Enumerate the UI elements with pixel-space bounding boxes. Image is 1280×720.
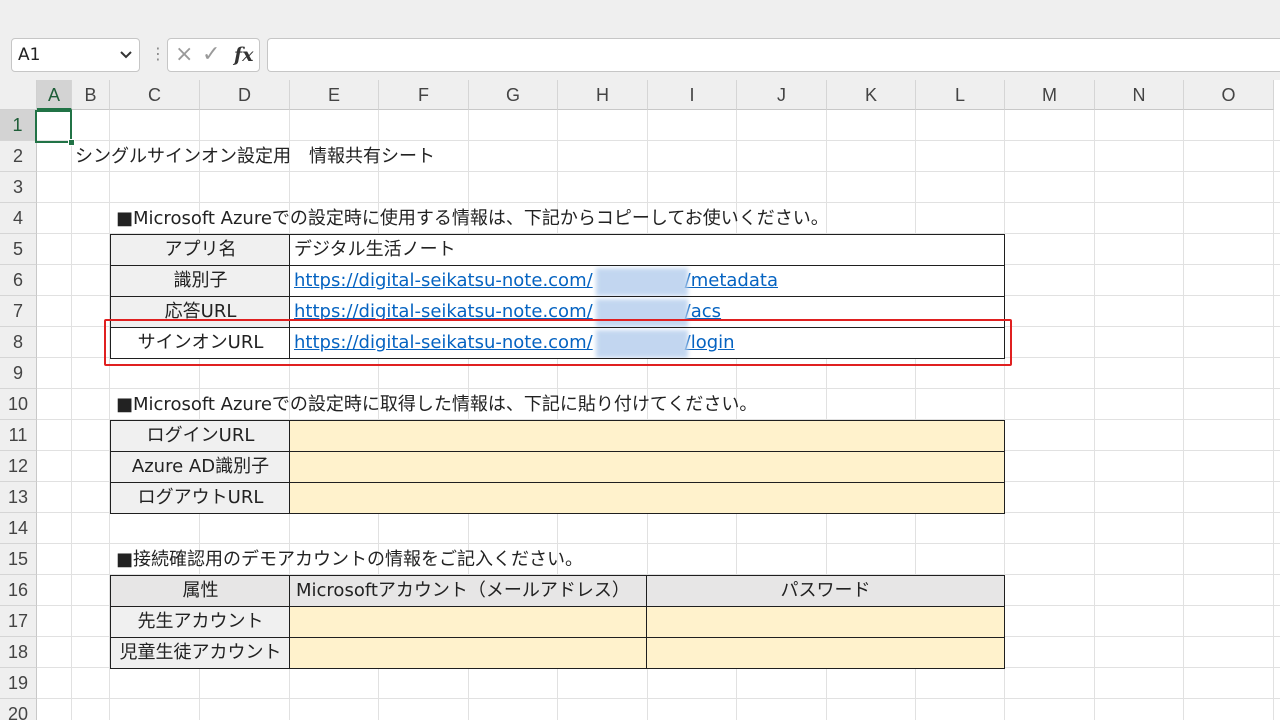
row-header-17[interactable]: 17 (0, 606, 37, 637)
column-header-e[interactable]: E (290, 80, 379, 110)
section3-heading[interactable]: ■接続確認用のデモアカウントの情報をご記入ください。 (116, 544, 583, 575)
column-header-b[interactable]: B (72, 80, 110, 110)
row-header-16[interactable]: 16 (0, 575, 37, 606)
select-all-corner[interactable] (0, 80, 37, 110)
login-url-label[interactable]: ログインURL (110, 420, 291, 452)
identifier-link-suffix[interactable]: /metadata (685, 270, 778, 291)
row-header-12[interactable]: 12 (0, 451, 37, 482)
student-password-input[interactable] (646, 637, 1005, 669)
row-header-20[interactable]: 20 (0, 699, 37, 720)
row-header-11[interactable]: 11 (0, 420, 37, 451)
column-header-n[interactable]: N (1095, 80, 1184, 110)
teacher-password-input[interactable] (646, 606, 1005, 638)
azure-ad-identifier-label[interactable]: Azure AD識別子 (110, 451, 291, 483)
student-email-input[interactable] (289, 637, 648, 669)
column-header-j[interactable]: J (737, 80, 827, 110)
insert-function-icon[interactable]: fx (234, 39, 254, 71)
teacher-account-label[interactable]: 先生アカウント (110, 606, 291, 638)
row-header-1[interactable]: 1 (0, 110, 37, 141)
row-header-3[interactable]: 3 (0, 172, 37, 203)
worksheet[interactable]: ABCDEFGHIJKLMNO 1 2 3 4 5 6 7 8 9 10 11 12 13 14 15 16 1… (0, 80, 1280, 720)
app-name-label[interactable]: アプリ名 (110, 234, 291, 266)
cancel-icon[interactable]: × (175, 39, 193, 71)
row-header-4[interactable]: 4 (0, 203, 37, 234)
row-header-19[interactable]: 19 (0, 668, 37, 699)
row-header-7[interactable]: 7 (0, 296, 37, 327)
chevron-down-icon[interactable] (119, 39, 133, 83)
column-header-f[interactable]: F (379, 80, 469, 110)
name-box-value: A1 (18, 45, 41, 65)
fill-handle[interactable] (68, 139, 75, 146)
column-header-o[interactable]: O (1184, 80, 1274, 110)
sheet-title[interactable]: シングルサインオン設定用 情報共有シート (75, 141, 435, 172)
row-header-9[interactable]: 9 (0, 358, 37, 389)
redacted-blur (596, 268, 688, 296)
column-header-k[interactable]: K (827, 80, 916, 110)
row-header-18[interactable]: 18 (0, 637, 37, 668)
row-header-15[interactable]: 15 (0, 544, 37, 575)
attribute-header[interactable]: 属性 (110, 575, 291, 607)
student-account-label[interactable]: 児童生徒アカウント (110, 637, 291, 669)
formula-buttons: × ✓ fx (167, 38, 260, 72)
vertical-dots-icon[interactable]: ⋮ (150, 44, 166, 63)
row-header-5[interactable]: 5 (0, 234, 37, 265)
column-header-a[interactable]: A (37, 80, 72, 110)
row-header-8[interactable]: 8 (0, 327, 37, 358)
logout-url-input[interactable] (289, 482, 1005, 514)
azure-ad-identifier-input[interactable] (289, 451, 1005, 483)
enter-icon[interactable]: ✓ (202, 39, 220, 71)
column-header-m[interactable]: M (1005, 80, 1095, 110)
row-header-10[interactable]: 10 (0, 389, 37, 420)
column-header-c[interactable]: C (110, 80, 200, 110)
row-header-13[interactable]: 13 (0, 482, 37, 513)
password-header[interactable]: パスワード (646, 575, 1005, 607)
teacher-email-input[interactable] (289, 606, 648, 638)
row-header-6[interactable]: 6 (0, 265, 37, 296)
app-name-value[interactable]: デジタル生活ノート (289, 234, 1005, 266)
identifier-link-prefix[interactable]: https://digital-seikatsu-note.com/ (294, 270, 593, 291)
section2-heading[interactable]: ■Microsoft Azureでの設定時に取得した情報は、下記に貼り付けてくだ… (116, 389, 757, 420)
name-box[interactable]: A1 (11, 38, 140, 72)
highlight-box (104, 319, 1012, 366)
identifier-label[interactable]: 識別子 (110, 265, 291, 297)
active-cell-border[interactable] (35, 110, 72, 143)
row-header-14[interactable]: 14 (0, 513, 37, 544)
formula-input[interactable] (267, 38, 1280, 72)
formula-bar: A1 ⋮ × ✓ fx (0, 0, 1280, 80)
column-header-i[interactable]: I (648, 80, 737, 110)
logout-url-label[interactable]: ログアウトURL (110, 482, 291, 514)
column-header-l[interactable]: L (916, 80, 1005, 110)
row-header-2[interactable]: 2 (0, 141, 37, 172)
identifier-value[interactable]: https://digital-seikatsu-note.com/ /metad… (289, 265, 1005, 297)
column-header-g[interactable]: G (469, 80, 558, 110)
column-header-h[interactable]: H (558, 80, 648, 110)
login-url-input[interactable] (289, 420, 1005, 452)
section1-heading[interactable]: ■Microsoft Azureでの設定時に使用する情報は、下記からコピーしてお… (116, 203, 829, 234)
column-header-d[interactable]: D (200, 80, 290, 110)
email-header[interactable]: Microsoftアカウント（メールアドレス） (289, 575, 648, 607)
gridline-horizontal (37, 698, 1280, 699)
